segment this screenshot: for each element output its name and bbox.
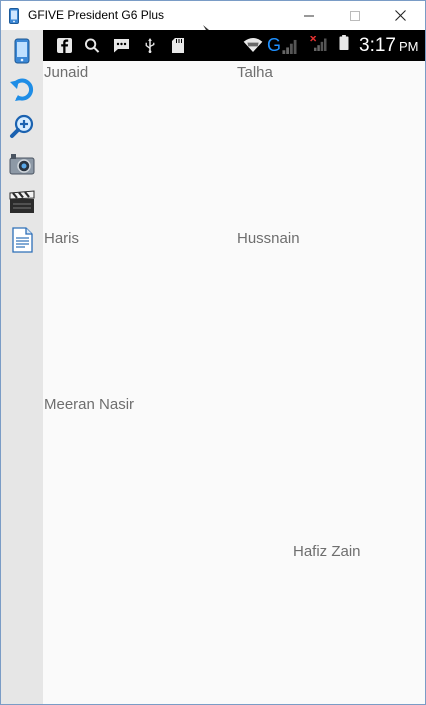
document-icon — [12, 227, 33, 253]
message-icon — [114, 39, 129, 53]
contact-name-hafiz-zain[interactable]: Hafiz Zain — [293, 543, 361, 560]
window-title: GFIVE President G6 Plus — [28, 8, 165, 22]
phone-button[interactable] — [8, 37, 36, 65]
usb-icon — [145, 38, 155, 53]
phone-icon — [14, 38, 30, 64]
close-button[interactable] — [377, 1, 423, 30]
rotate-button[interactable] — [8, 75, 36, 103]
status-bar: G 3:17 PM — [43, 30, 425, 61]
time-value: 3:17 — [359, 35, 396, 56]
emulator-window: GFIVE President G6 Plus G 3:17 PM Junaid… — [0, 0, 426, 705]
title-bar: GFIVE President G6 Plus — [1, 1, 425, 30]
close-icon — [394, 10, 406, 21]
signal-icon — [282, 39, 297, 54]
maximize-icon — [350, 10, 360, 21]
sd-card-icon — [172, 38, 184, 53]
status-time: 3:17 PM — [359, 35, 418, 57]
network-g-icon: G — [267, 35, 282, 55]
time-ampm: PM — [398, 39, 419, 54]
video-button[interactable] — [8, 188, 36, 216]
wifi-icon — [243, 37, 263, 52]
zoom-in-button[interactable] — [8, 112, 36, 140]
emulator-toolbar — [1, 30, 43, 704]
contact-name-junaid[interactable]: Junaid — [44, 64, 88, 81]
zoom-in-icon — [10, 114, 34, 138]
camera-icon — [9, 154, 35, 175]
signal-no-service-icon — [310, 36, 327, 51]
phone-app-icon — [9, 8, 19, 24]
contact-name-hussnain[interactable]: Hussnain — [237, 230, 300, 247]
document-button[interactable] — [8, 226, 36, 254]
battery-icon — [339, 35, 349, 50]
contact-name-haris[interactable]: Haris — [44, 230, 79, 247]
search-icon — [84, 38, 100, 53]
phone-screen: G 3:17 PM Junaid Talha Haris Hussnain Me… — [43, 30, 425, 704]
contact-name-talha[interactable]: Talha — [237, 64, 273, 81]
minimize-icon — [304, 15, 314, 16]
contact-name-meeran-nasir[interactable]: Meeran Nasir — [44, 396, 134, 413]
clapperboard-icon — [9, 190, 35, 213]
facebook-icon — [57, 38, 72, 53]
rotate-icon — [10, 78, 34, 101]
maximize-button[interactable] — [332, 1, 378, 30]
camera-button[interactable] — [8, 150, 36, 178]
minimize-button[interactable] — [286, 1, 332, 30]
